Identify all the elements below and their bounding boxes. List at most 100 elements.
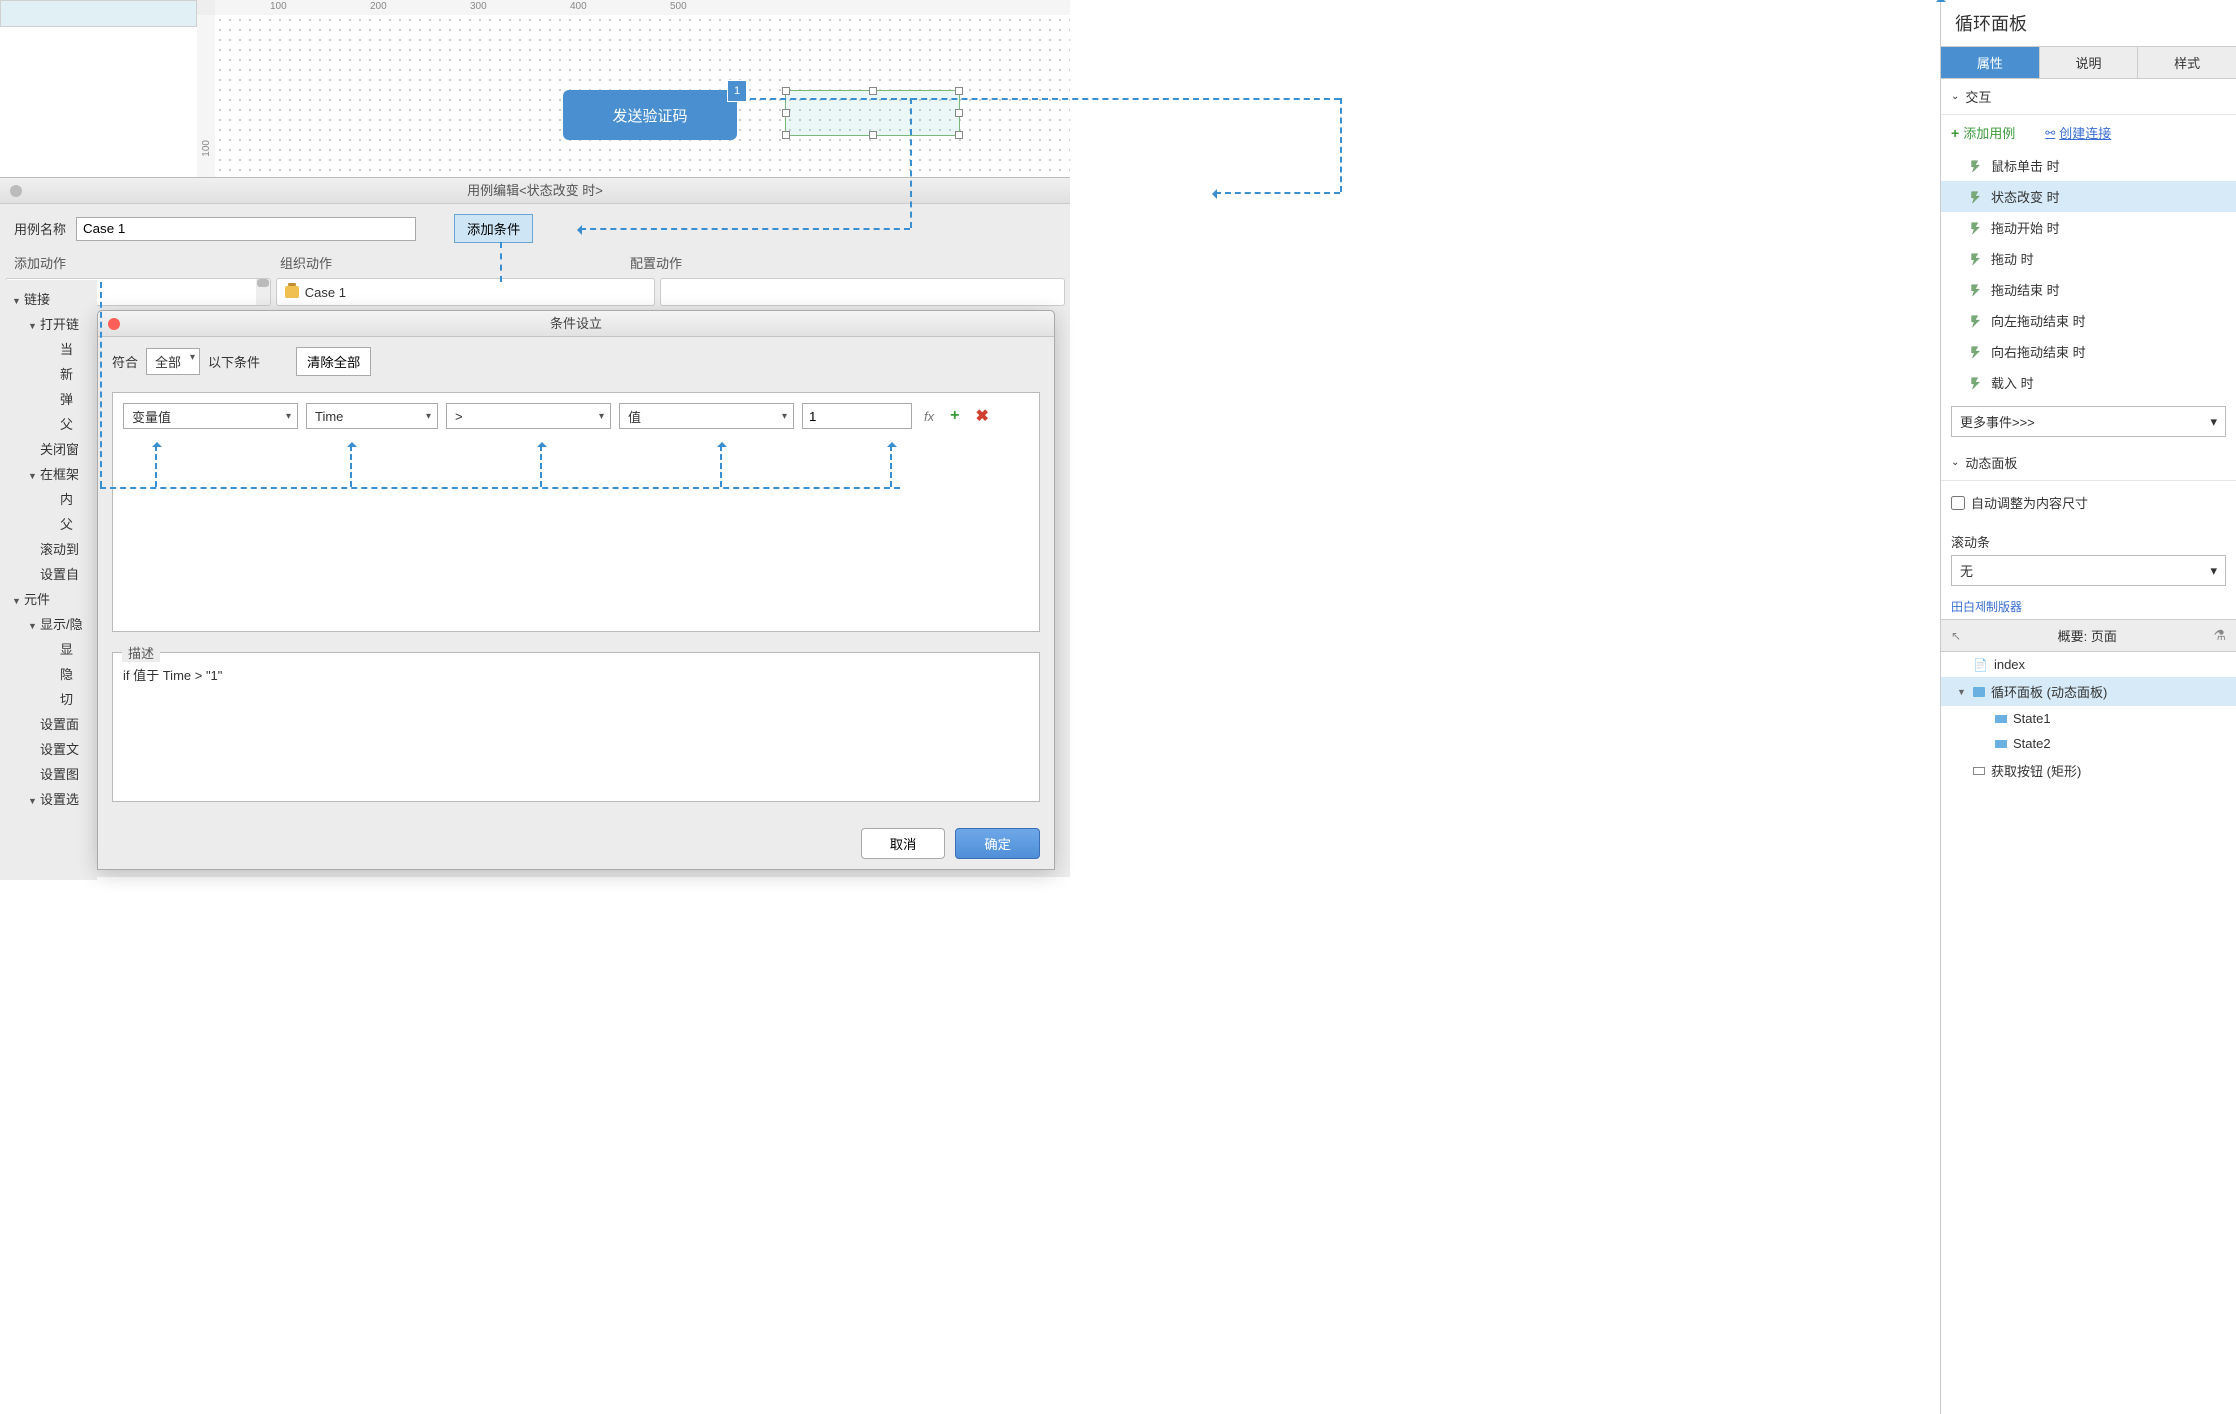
condition-titlebar[interactable]: 条件设立: [98, 311, 1054, 337]
value-type-select[interactable]: 值: [619, 403, 794, 429]
scrollbar-thumb[interactable]: [257, 279, 269, 287]
resize-handle[interactable]: [955, 87, 963, 95]
action-tree-node[interactable]: 设置文: [0, 736, 97, 761]
tab-properties[interactable]: 属性: [1941, 47, 2040, 78]
action-tree-node[interactable]: 弹: [0, 386, 97, 411]
col-add-action-label: 添加动作: [14, 253, 280, 272]
expand-toggle[interactable]: ▼: [12, 596, 24, 606]
condition-type-select[interactable]: 变量值: [123, 403, 298, 429]
outline-row[interactable]: index: [1941, 652, 2236, 677]
canvas-grid[interactable]: 发送验证码 1: [215, 15, 1070, 175]
action-tree-node[interactable]: 内: [0, 486, 97, 511]
outline-row[interactable]: State1: [1941, 706, 2236, 731]
ok-button[interactable]: 确定: [955, 828, 1040, 859]
action-tree-node[interactable]: 关闭窗: [0, 436, 97, 461]
outline-row[interactable]: State2: [1941, 731, 2236, 756]
action-tree-node[interactable]: 切: [0, 686, 97, 711]
organize-action-panel[interactable]: Case 1: [276, 278, 656, 306]
delete-row-icon[interactable]: ✖: [971, 406, 992, 426]
canvas-sidebar-stub: [0, 0, 197, 27]
clear-all-button[interactable]: 清除全部: [296, 347, 371, 376]
tab-style[interactable]: 样式: [2138, 47, 2236, 78]
action-tree-node[interactable]: 当: [0, 336, 97, 361]
event-item[interactable]: 向左拖动结束 时: [1941, 305, 2236, 336]
link-icon: ⚯: [2045, 126, 2055, 140]
resize-handle[interactable]: [869, 131, 877, 139]
resize-handle[interactable]: [782, 87, 790, 95]
page-icon: [1973, 657, 1988, 672]
section-dynamic-panel-header[interactable]: ⌄ 动态面板: [1941, 445, 2236, 481]
event-item[interactable]: 拖动 时: [1941, 243, 2236, 274]
expand-toggle[interactable]: ▼: [12, 296, 24, 306]
auto-fit-checkbox[interactable]: [1951, 496, 1965, 510]
variable-select[interactable]: Time: [306, 403, 438, 429]
action-tree-node[interactable]: ▼在框架: [0, 461, 97, 486]
resize-handle[interactable]: [869, 87, 877, 95]
event-item[interactable]: 拖动开始 时: [1941, 212, 2236, 243]
scrollbar-select[interactable]: 无 ▾: [1951, 555, 2226, 586]
outline-row[interactable]: ▼循环面板 (动态面板): [1941, 677, 2236, 706]
event-item[interactable]: 向右拖动结束 时: [1941, 336, 2236, 367]
event-item[interactable]: 拖动结束 时: [1941, 274, 2236, 305]
action-tree-node[interactable]: 显: [0, 636, 97, 661]
condition-toolbar: 符合 全部 以下条件 清除全部: [98, 337, 1054, 386]
action-tree-node[interactable]: 新: [0, 361, 97, 386]
event-item[interactable]: 状态改变 时: [1941, 181, 2236, 212]
expand-toggle[interactable]: ▼: [28, 796, 40, 806]
resize-handle[interactable]: [782, 109, 790, 117]
case-name-input[interactable]: [76, 217, 416, 241]
lightning-icon: [1969, 314, 1983, 328]
resize-handle[interactable]: [955, 109, 963, 117]
action-tree-node[interactable]: 设置自: [0, 561, 97, 586]
create-link-button[interactable]: ⚯ 创建连接: [2045, 123, 2111, 142]
resize-handle[interactable]: [955, 131, 963, 139]
expand-toggle[interactable]: ▼: [1957, 687, 1967, 697]
ruler-horizontal: 100 200 300 400 500: [215, 0, 1070, 15]
col-organize-action-label: 组织动作: [280, 253, 630, 272]
action-tree[interactable]: ▼链接▼打开链当新弹父关闭窗▼在框架内父滚动到设置自▼元件▼显示/隐显隐切设置面…: [0, 280, 97, 880]
action-tree-node[interactable]: ▼打开链: [0, 311, 97, 336]
lightning-icon: [1969, 376, 1983, 390]
action-tree-node[interactable]: 设置图: [0, 761, 97, 786]
resize-handle[interactable]: [782, 131, 790, 139]
action-tree-node[interactable]: ▼链接: [0, 286, 97, 311]
match-mode-select[interactable]: 全部: [146, 348, 200, 375]
action-tree-node[interactable]: ▼设置选: [0, 786, 97, 811]
action-tree-node[interactable]: 父: [0, 411, 97, 436]
send-code-label: 发送验证码: [612, 105, 687, 126]
collapse-icon[interactable]: ↖: [1951, 629, 1961, 643]
action-tree-node[interactable]: ▼元件: [0, 586, 97, 611]
tab-notes[interactable]: 说明: [2040, 47, 2139, 78]
action-tree-node[interactable]: ▼显示/隐: [0, 611, 97, 636]
scrollbar[interactable]: [256, 279, 270, 305]
expand-toggle[interactable]: ▼: [28, 621, 40, 631]
event-item[interactable]: 鼠标单击 时: [1941, 150, 2236, 181]
close-icon[interactable]: [108, 318, 120, 330]
add-row-icon[interactable]: +: [946, 407, 963, 425]
filter-icon[interactable]: ⚗: [2213, 627, 2226, 644]
fx-button[interactable]: fx: [920, 409, 938, 424]
outline-row[interactable]: 获取按钮 (矩形): [1941, 756, 2236, 785]
action-tree-node[interactable]: 隐: [0, 661, 97, 686]
action-tree-node[interactable]: 设置面: [0, 711, 97, 736]
action-tree-node[interactable]: 父: [0, 511, 97, 536]
auto-fit-checkbox-row[interactable]: 自动调整为内容尺寸: [1951, 489, 2226, 516]
add-condition-button[interactable]: 添加条件: [454, 214, 533, 243]
case-label[interactable]: Case 1: [305, 285, 346, 300]
send-code-button[interactable]: 发送验证码 1: [563, 90, 737, 140]
case-editor-titlebar[interactable]: 用例编辑<状态改变 时>: [0, 178, 1070, 204]
section-interactions-header[interactable]: ⌄ 交互: [1941, 79, 2236, 115]
expand-toggle[interactable]: ▼: [28, 471, 40, 481]
configure-action-panel[interactable]: [660, 278, 1065, 306]
action-tree-node[interactable]: 滚动到: [0, 536, 97, 561]
cancel-button[interactable]: 取消: [861, 828, 946, 859]
expand-toggle[interactable]: ▼: [28, 321, 40, 331]
selected-dynamic-panel[interactable]: [785, 90, 960, 136]
value-input[interactable]: [802, 403, 912, 429]
add-case-button[interactable]: + 添加用例: [1951, 123, 2015, 142]
event-item[interactable]: 载入 时: [1941, 367, 2236, 398]
condition-title: 条件设立: [550, 316, 602, 331]
more-events-dropdown[interactable]: 更多事件>>> ▾: [1951, 406, 2226, 437]
close-icon[interactable]: [10, 185, 22, 197]
operator-select[interactable]: >: [446, 403, 611, 429]
